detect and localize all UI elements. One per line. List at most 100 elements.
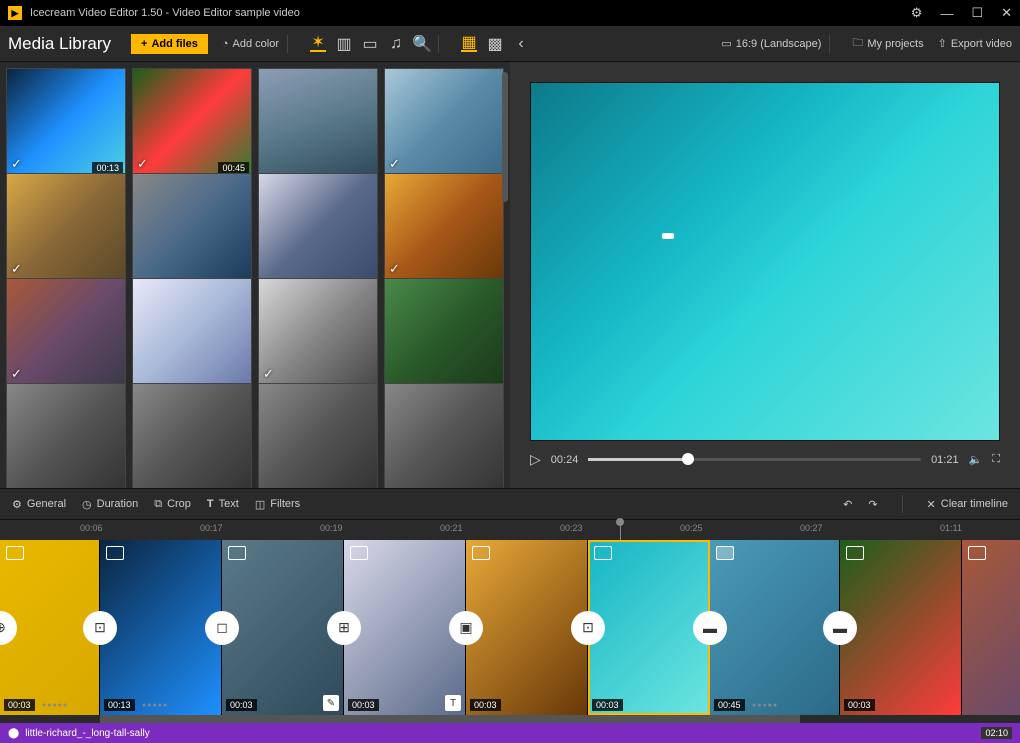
- text-icon: T: [207, 498, 214, 510]
- library-thumbnail[interactable]: ✓: [6, 173, 126, 282]
- preview-panel: ▷ 00:24 01:21 🔈 ⛶: [510, 62, 1020, 488]
- library-scrollbar[interactable]: [502, 72, 508, 202]
- timeline: 00:0600:1700:1900:2100:2300:2500:2701:11…: [0, 520, 1020, 743]
- timeline-clip[interactable]: ▬00:45●●●●●: [710, 540, 840, 715]
- collapse-library-icon[interactable]: ‹: [513, 36, 529, 52]
- seek-handle[interactable]: [682, 453, 694, 465]
- transition-icon[interactable]: [716, 546, 734, 560]
- timeline-clip[interactable]: [962, 540, 1020, 715]
- search-icon[interactable]: 🔍: [414, 36, 430, 52]
- time-tick: 00:19: [320, 523, 343, 533]
- timeline-clip[interactable]: ⊞00:03T: [344, 540, 466, 715]
- preview-video[interactable]: [530, 82, 1000, 441]
- transition-icon[interactable]: [350, 546, 368, 560]
- time-tick: 00:21: [440, 523, 463, 533]
- library-thumbnail[interactable]: [384, 383, 504, 488]
- library-thumbnail[interactable]: ✓: [258, 278, 378, 387]
- clips-track[interactable]: ⊕00:03●●●●●⊡00:13●●●●●◻00:03✎⊞00:03T▣00:…: [0, 540, 1020, 715]
- library-thumbnail[interactable]: ✓00:13: [6, 68, 126, 177]
- check-icon: ✓: [11, 261, 22, 277]
- timeline-clip[interactable]: ◻00:03✎: [222, 540, 344, 715]
- filter-video-icon[interactable]: ▥: [336, 36, 352, 52]
- clip-action-button[interactable]: ⊡: [83, 611, 117, 645]
- library-thumbnail[interactable]: [258, 383, 378, 488]
- library-thumbnail[interactable]: ✓: [384, 173, 504, 282]
- transition-icon[interactable]: [846, 546, 864, 560]
- time-ruler[interactable]: 00:0600:1700:1900:2100:2300:2500:2701:11: [0, 520, 1020, 540]
- clip-action-button[interactable]: ▬: [693, 611, 727, 645]
- filter-audio-icon[interactable]: ♫: [388, 36, 404, 52]
- clip-action-button[interactable]: ◻: [205, 611, 239, 645]
- main-area: ✓00:13✓00:45✓✓✓✓✓ ▷ 00:24 01:21 🔈 ⛶: [0, 62, 1020, 488]
- library-thumbnail[interactable]: [258, 173, 378, 282]
- crop-icon: ⧉: [154, 498, 162, 511]
- maximize-button[interactable]: ☐: [971, 5, 983, 21]
- library-thumbnail[interactable]: ✓: [384, 68, 504, 177]
- timeline-clip[interactable]: ⊡00:03: [588, 540, 710, 715]
- preview-controls: ▷ 00:24 01:21 🔈 ⛶: [530, 451, 1000, 468]
- clip-action-button[interactable]: ▣: [449, 611, 483, 645]
- add-files-button[interactable]: +Add files: [131, 34, 208, 54]
- transition-icon[interactable]: [594, 546, 612, 560]
- transition-icon[interactable]: [106, 546, 124, 560]
- export-icon: ⇧: [938, 37, 947, 50]
- check-icon: ✓: [11, 156, 22, 172]
- projects-icon: 🗀: [852, 34, 863, 53]
- transition-icon[interactable]: [6, 546, 24, 560]
- check-icon: ✓: [389, 156, 400, 172]
- filters-button[interactable]: ◫Filters: [255, 498, 300, 511]
- text-button[interactable]: TText: [207, 498, 239, 510]
- preview-total-time: 01:21: [931, 454, 959, 466]
- clock-icon: ◷: [82, 498, 92, 511]
- crop-button[interactable]: ⧉Crop: [154, 498, 191, 511]
- seek-bar[interactable]: [588, 458, 921, 461]
- add-color-button[interactable]: ◔ Add color: [222, 38, 279, 50]
- clip-indicators: ●●●●●: [42, 702, 68, 709]
- minimize-button[interactable]: —: [940, 6, 953, 21]
- close-button[interactable]: ✕: [1001, 5, 1012, 21]
- transition-icon[interactable]: [228, 546, 246, 560]
- clip-duration: 00:13: [104, 699, 135, 711]
- undo-button[interactable]: ↶: [843, 498, 852, 511]
- fullscreen-icon[interactable]: ⛶: [992, 453, 1000, 466]
- audio-end-time: 02:10: [981, 727, 1012, 739]
- library-thumbnail[interactable]: ✓00:45: [132, 68, 252, 177]
- library-thumbnail[interactable]: [6, 383, 126, 488]
- timeline-scrollbar[interactable]: [0, 715, 1020, 723]
- library-thumbnail[interactable]: ✓: [6, 278, 126, 387]
- clip-action-button[interactable]: ⊞: [327, 611, 361, 645]
- edit-toolbar: ⚙General ◷Duration ⧉Crop TText ◫Filters …: [0, 488, 1020, 520]
- redo-button[interactable]: ↷: [868, 498, 877, 511]
- export-video-button[interactable]: ⇧ Export video: [938, 37, 1012, 50]
- library-thumbnail[interactable]: [258, 68, 378, 177]
- clear-timeline-button[interactable]: ✕Clear timeline: [927, 498, 1008, 511]
- palette-icon: ◔: [222, 38, 229, 50]
- filter-image-icon[interactable]: ▭: [362, 36, 378, 52]
- library-thumbnail[interactable]: [384, 278, 504, 387]
- duration-button[interactable]: ◷Duration: [82, 498, 138, 511]
- timeline-clip[interactable]: ▬00:03: [840, 540, 962, 715]
- playhead[interactable]: [620, 520, 621, 540]
- timeline-clip[interactable]: ⊡00:13●●●●●: [100, 540, 222, 715]
- timeline-clip[interactable]: ▣00:03: [466, 540, 588, 715]
- general-button[interactable]: ⚙General: [12, 498, 66, 511]
- transition-icon[interactable]: [968, 546, 986, 560]
- library-thumbnail[interactable]: [132, 278, 252, 387]
- filter-all-icon[interactable]: ✶: [310, 36, 326, 52]
- clip-duration: 00:03: [844, 699, 875, 711]
- aspect-icon: ▭: [721, 37, 731, 50]
- view-grid-large-icon[interactable]: ▦: [461, 36, 477, 52]
- volume-icon[interactable]: 🔈: [969, 453, 983, 466]
- transition-icon[interactable]: [472, 546, 490, 560]
- view-grid-small-icon[interactable]: ▩: [487, 36, 503, 52]
- audio-track[interactable]: ⬤ little-richard_-_long-tall-sally 02:10: [0, 723, 1020, 743]
- clip-duration: 00:45: [714, 699, 745, 711]
- aspect-ratio-button[interactable]: ▭ 16:9 (Landscape): [721, 37, 821, 50]
- play-button[interactable]: ▷: [530, 451, 541, 468]
- my-projects-button[interactable]: 🗀 My projects: [852, 34, 923, 53]
- settings-icon[interactable]: ⚙: [911, 5, 923, 21]
- clip-action-button[interactable]: ▬: [823, 611, 857, 645]
- library-thumbnail[interactable]: [132, 173, 252, 282]
- library-thumbnail[interactable]: [132, 383, 252, 488]
- clip-action-button[interactable]: ⊡: [571, 611, 605, 645]
